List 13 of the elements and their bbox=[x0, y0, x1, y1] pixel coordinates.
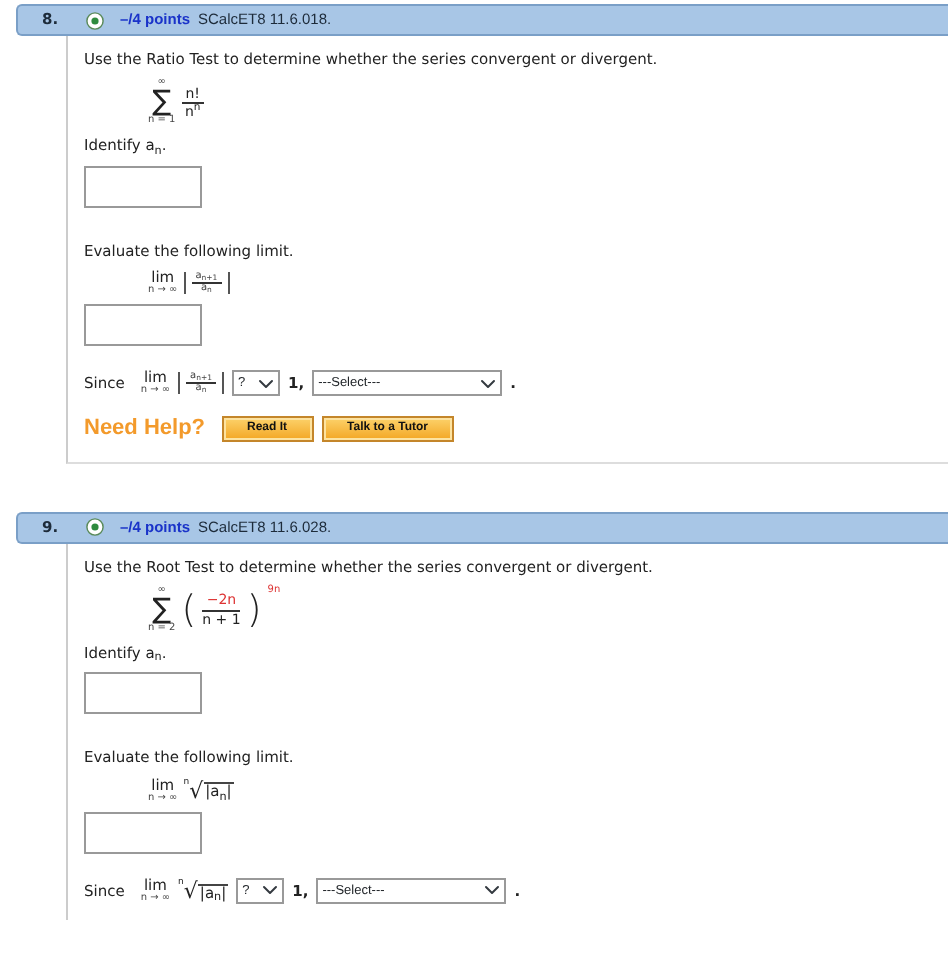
need-help-label: Need Help? bbox=[84, 414, 206, 445]
radical-sign: √ bbox=[189, 779, 204, 802]
left-parenthesis: ( bbox=[181, 591, 197, 629]
answer-field[interactable] bbox=[84, 165, 202, 207]
answer-field[interactable] bbox=[84, 811, 202, 854]
expand-icon[interactable] bbox=[86, 518, 104, 537]
answer-field[interactable] bbox=[84, 672, 202, 715]
answer-field[interactable] bbox=[84, 304, 202, 346]
right-parenthesis: ) bbox=[246, 591, 262, 629]
sigma-sign: ∑ bbox=[152, 88, 172, 117]
radical-sign: √ bbox=[183, 879, 198, 902]
expand-icon[interactable] bbox=[86, 11, 104, 29]
sigma-sign: ∑ bbox=[152, 596, 172, 624]
